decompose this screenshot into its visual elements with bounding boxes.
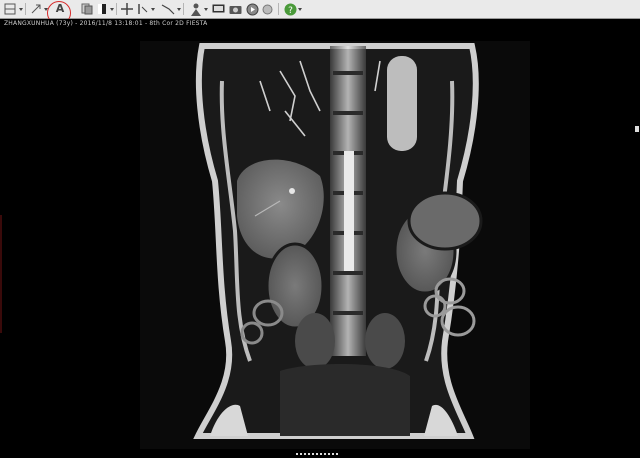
camera-icon[interactable]: [228, 2, 242, 16]
divider: [25, 3, 26, 15]
chevron-down-icon[interactable]: [151, 8, 155, 11]
chevron-down-icon[interactable]: [204, 8, 208, 11]
image-viewport[interactable]: [0, 29, 640, 458]
disk-icon[interactable]: [261, 2, 273, 16]
copy-image-icon[interactable]: [80, 2, 94, 16]
line-icon[interactable]: [160, 2, 176, 16]
image-indicator: [296, 453, 340, 455]
window-edge: [0, 215, 2, 333]
divider: [116, 3, 117, 15]
chevron-down-icon[interactable]: [298, 8, 302, 11]
screen-icon[interactable]: [211, 2, 225, 16]
help-icon[interactable]: ?: [283, 2, 297, 16]
divider: [278, 3, 279, 15]
toolbar: A ?: [0, 0, 640, 25]
window-level-icon[interactable]: [96, 2, 108, 16]
scroll-marker[interactable]: [635, 126, 639, 132]
layout-icon[interactable]: [3, 2, 17, 16]
measure-icon[interactable]: [135, 2, 149, 16]
series-info-text: ZHANGXUNHUA (73y) - 2016/11/8 13:18:01 -…: [4, 20, 208, 27]
mri-coronal-image[interactable]: [140, 41, 530, 449]
chevron-down-icon[interactable]: [177, 8, 181, 11]
crosshair-icon[interactable]: [121, 2, 133, 16]
chevron-down-icon[interactable]: [19, 8, 23, 11]
cine-icon[interactable]: [245, 2, 259, 16]
person-icon[interactable]: [189, 2, 203, 16]
series-info-bar: ZHANGXUNHUA (73y) - 2016/11/8 13:18:01 -…: [0, 19, 640, 29]
chevron-down-icon[interactable]: [110, 8, 114, 11]
pan-icon[interactable]: [29, 2, 43, 16]
svg-text:?: ?: [288, 6, 293, 16]
divider: [183, 3, 184, 15]
